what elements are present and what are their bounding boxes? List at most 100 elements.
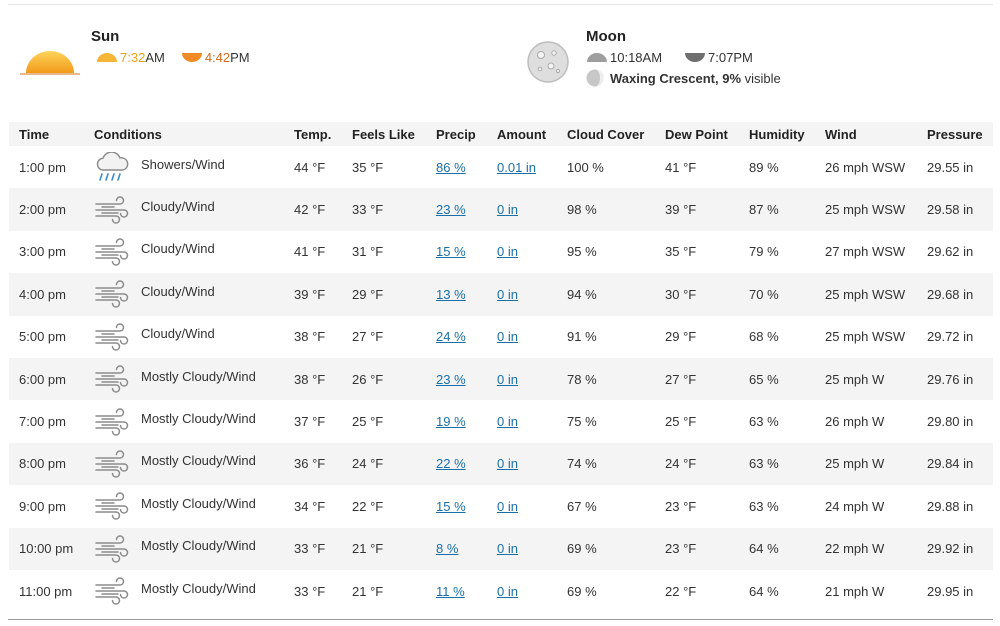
- cell-pressure: 29.80 in: [927, 414, 974, 430]
- cell-wind: 26 mph WSW: [825, 159, 906, 175]
- cell-amount: 0 in: [487, 273, 557, 316]
- amount-link[interactable]: 0 in: [497, 499, 518, 514]
- cell-humidity: 64 %: [749, 583, 779, 599]
- cell-temp: 38 °F: [294, 329, 326, 345]
- table-row: 9:00 pm Mostly Cloudy/Wind 34 °F 22 °F 15 % 0…: [9, 485, 993, 527]
- header-precip: Precip: [426, 122, 487, 146]
- conditions-label: Mostly Cloudy/Wind: [141, 453, 256, 469]
- cell-humidity: 65 %: [739, 357, 815, 401]
- cell-dew-point: 29 °F: [665, 329, 697, 345]
- cell-dew-point: 22 °F: [665, 583, 697, 599]
- cell-humidity: 87 %: [739, 188, 815, 231]
- cell-cloud-cover: 95 %: [567, 244, 597, 260]
- cell-wind: 25 mph W: [815, 357, 917, 401]
- cell-conditions: Mostly Cloudy/Wind: [84, 442, 284, 486]
- precip-link[interactable]: 23 %: [436, 202, 466, 217]
- precip-link[interactable]: 13 %: [436, 287, 466, 302]
- cell-precip: 8 %: [426, 527, 487, 570]
- precip-link[interactable]: 23 %: [436, 372, 466, 387]
- precip-link[interactable]: 11 %: [436, 584, 465, 599]
- precip-link[interactable]: 15 %: [436, 499, 466, 514]
- cell-conditions: Cloudy/Wind: [84, 273, 284, 316]
- conditions-label: Mostly Cloudy/Wind: [141, 580, 256, 596]
- cell-amount: 0 in: [487, 316, 557, 358]
- moonset-time: 7:07PM: [708, 50, 753, 65]
- cell-pressure: 29.55 in: [927, 159, 974, 175]
- cell-amount: 0 in: [487, 527, 557, 570]
- cell-precip: 86 %: [426, 146, 487, 188]
- cell-conditions: Mostly Cloudy/Wind: [84, 357, 284, 401]
- cell-conditions: Cloudy/Wind: [84, 231, 284, 273]
- cell-temp: 37 °F: [294, 414, 326, 430]
- cell-dew-point: 25 °F: [665, 414, 697, 430]
- amount-link[interactable]: 0 in: [497, 414, 518, 429]
- wind-icon: [95, 492, 129, 521]
- precip-link[interactable]: 19 %: [436, 414, 466, 429]
- amount-link[interactable]: 0 in: [497, 456, 518, 471]
- precip-link[interactable]: 24 %: [436, 329, 466, 344]
- table-row: 11:00 pm Mostly Cloudy/Wind 33 °F 21 °F 11 %…: [9, 570, 993, 612]
- astronomy-panel: Sun 7:32 AM 4:42 PM Moon 10:18AM 7:07PM …: [0, 24, 1000, 114]
- sunrise-time: 7:32: [120, 50, 146, 65]
- header-conditions: Conditions: [84, 122, 284, 146]
- cell-humidity: 64 %: [739, 527, 815, 570]
- cell-humidity: 89 %: [749, 159, 779, 175]
- cell-cloud-cover: 74 %: [557, 442, 655, 486]
- cell-feels-like: 33 °F: [342, 188, 426, 231]
- table-header-row: Time Conditions Temp. Feels Like Precip …: [9, 122, 993, 146]
- sunset-time: 4:42: [204, 50, 231, 65]
- showers-wind-icon: [96, 152, 129, 181]
- cell-precip: 19 %: [426, 400, 487, 442]
- table-row: 6:00 pm Mostly Cloudy/Wind 38 °F 26 °F 23 % 0…: [9, 357, 993, 401]
- table-row: 4:00 pm Cloudy/Wind 39 °F 29 °F 13 % 0 in 94 %…: [9, 273, 993, 316]
- table-row: 10:00 pm Mostly Cloudy/Wind 33 °F 21 °F 8 % 0…: [9, 527, 993, 570]
- cell-feels-like: 22 °F: [352, 498, 384, 514]
- conditions-label: Mostly Cloudy/Wind: [141, 495, 256, 511]
- precip-link[interactable]: 8 %: [436, 541, 458, 556]
- header-humidity: Humidity: [739, 122, 815, 146]
- cell-conditions: Showers/Wind: [84, 146, 284, 188]
- header-wind: Wind: [815, 122, 917, 146]
- sunrise-icon: [97, 52, 117, 62]
- precip-link[interactable]: 86 %: [436, 160, 466, 175]
- cell-time: 2:00 pm: [9, 188, 84, 231]
- cell-cloud-cover: 67 %: [567, 498, 597, 514]
- amount-link[interactable]: 0 in: [497, 541, 518, 556]
- cell-conditions: Mostly Cloudy/Wind: [84, 400, 284, 442]
- cell-cloud-cover: 100 %: [567, 159, 604, 175]
- cell-time: 3:00 pm: [19, 244, 66, 260]
- cell-humidity: 70 %: [739, 273, 815, 316]
- cell-wind: 24 mph W: [825, 498, 885, 514]
- cell-precip: 13 %: [426, 273, 487, 316]
- moon-title: Moon: [586, 28, 626, 45]
- cell-pressure: 29.72 in: [927, 329, 974, 345]
- moon-phase-icon: [586, 69, 604, 87]
- cell-wind: 25 mph WSW: [815, 188, 917, 231]
- cell-conditions: Mostly Cloudy/Wind: [84, 527, 284, 570]
- wind-icon: [95, 534, 129, 563]
- hourly-forecast-table: Time Conditions Temp. Feels Like Precip …: [9, 122, 993, 612]
- cell-amount: 0 in: [487, 485, 557, 527]
- wind-icon: [95, 577, 129, 605]
- cell-feels-like: 35 °F: [352, 159, 384, 175]
- cell-cloud-cover: 78 %: [557, 357, 655, 401]
- cell-amount: 0.01 in: [487, 146, 557, 188]
- cell-amount: 0 in: [487, 231, 557, 273]
- amount-link[interactable]: 0 in: [497, 584, 518, 599]
- amount-link[interactable]: 0 in: [497, 202, 518, 217]
- header-temp: Temp.: [284, 122, 342, 146]
- amount-link[interactable]: 0 in: [497, 287, 518, 302]
- precip-link[interactable]: 15 %: [436, 244, 466, 259]
- cell-feels-like: 27 °F: [352, 329, 384, 345]
- cell-cloud-cover: 69 %: [567, 583, 597, 599]
- table-row: 2:00 pm Cloudy/Wind 42 °F 33 °F 23 % 0 in 98 %…: [9, 188, 993, 231]
- conditions-label: Mostly Cloudy/Wind: [141, 411, 256, 427]
- cell-pressure: 29.84 in: [917, 442, 993, 486]
- cell-humidity: 68 %: [749, 329, 779, 345]
- cell-dew-point: 23 °F: [665, 498, 697, 514]
- amount-link[interactable]: 0 in: [497, 329, 518, 344]
- amount-link[interactable]: 0.01 in: [497, 160, 536, 175]
- amount-link[interactable]: 0 in: [497, 372, 518, 387]
- amount-link[interactable]: 0 in: [497, 244, 518, 259]
- precip-link[interactable]: 22 %: [436, 456, 466, 471]
